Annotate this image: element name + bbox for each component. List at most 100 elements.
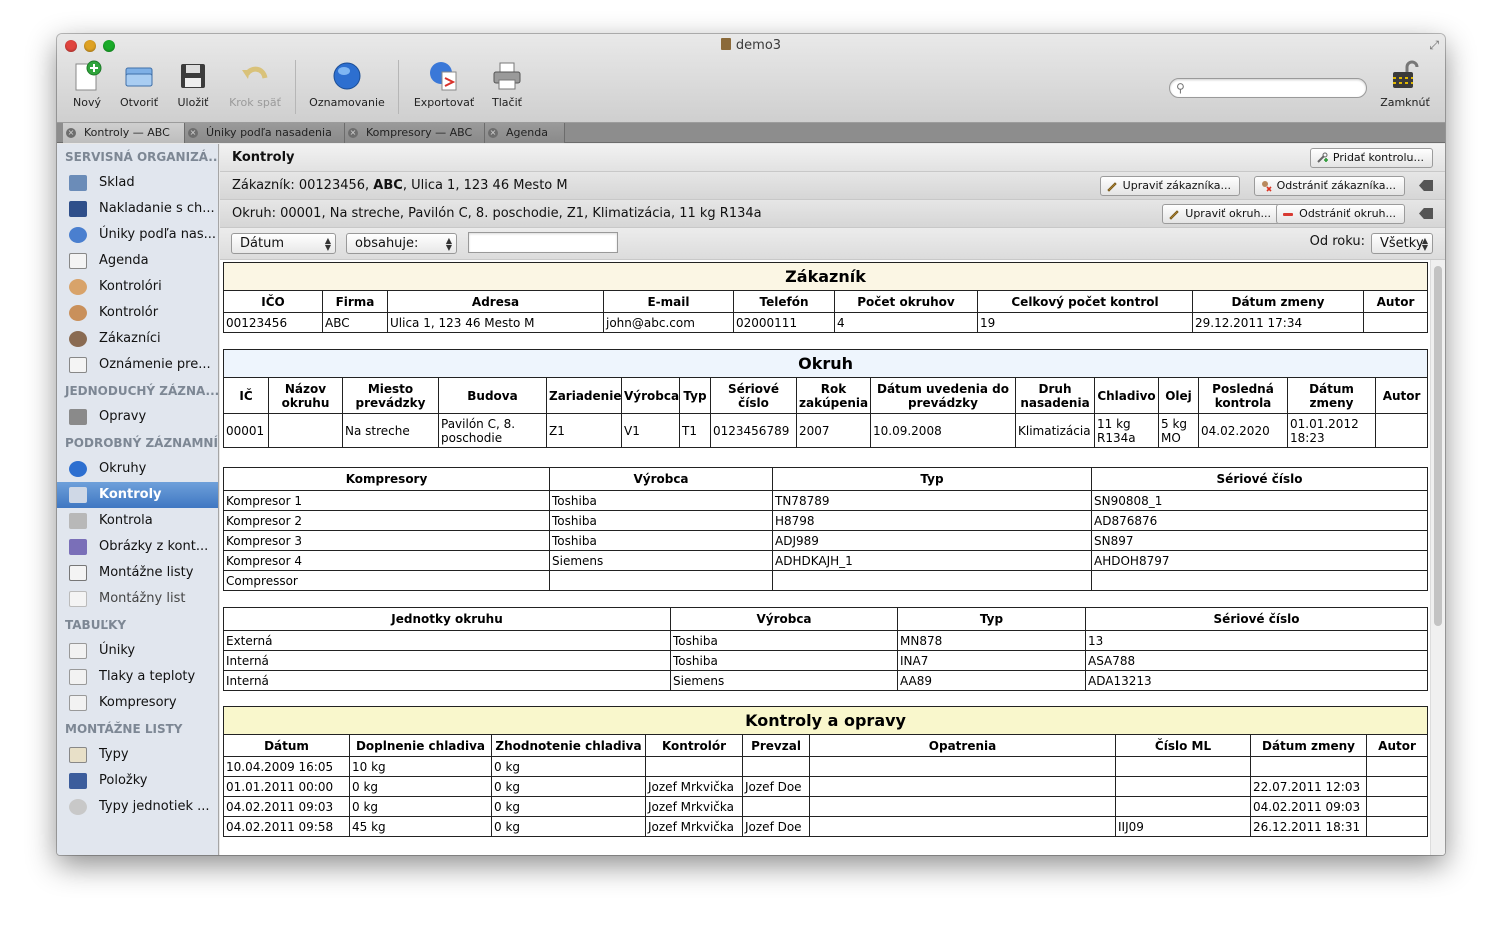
add-inspection-button[interactable]: Pridať kontrolu... [1309, 148, 1433, 168]
sidebar-item-label: Úniky [99, 643, 136, 658]
tab-label: Úniky podľa nasadenia [206, 126, 332, 139]
filter-value-input[interactable] [468, 232, 618, 253]
table-row[interactable]: 04.02.2011 09:58 45 kg 0 kg Jozef Mrkvička J… [223, 816, 1429, 837]
sidebar-item-label: Typy jednotiek ... [99, 799, 210, 814]
tab-uniky[interactable]: × Úniky podľa nasadenia [185, 123, 345, 143]
filter-operator-select[interactable]: obsahuje: ▲ ▼ [346, 233, 457, 254]
table-row[interactable]: 01.01.2011 00:00 0 kg 0 kg Jozef Mrkvička Jo… [223, 776, 1429, 797]
column-header: Prevzal [742, 734, 810, 757]
tab-kontroly-abc[interactable]: × Kontroly — ABC [63, 123, 185, 143]
scrollbar-thumb[interactable] [1434, 266, 1442, 626]
sidebar-item-label: Kontrolóri [99, 279, 162, 294]
remove-circuit-button[interactable]: Odstrániť okruh... [1276, 204, 1405, 224]
vertical-scrollbar[interactable] [1430, 260, 1445, 855]
sidebar-item-typy[interactable]: Typy [57, 742, 218, 768]
sidebar-item-typy-jednotiek[interactable]: Typy jednotiek ... [57, 794, 218, 820]
remove-customer-button[interactable]: Odstrániť zákazníka... [1253, 176, 1405, 196]
undo-button[interactable]: Krok späť [225, 60, 285, 109]
sidebar-item-kontroly[interactable]: Kontroly [57, 482, 218, 508]
table-cell: Jozef Mrkvička [645, 776, 743, 797]
table-row[interactable]: 10.04.2009 16:05 10 kg 0 kg [223, 756, 1429, 777]
table-cell: 04.02.2020 [1198, 413, 1288, 448]
table-cell: 0 kg [491, 796, 646, 817]
fullscreen-icon[interactable]: ⤢ [1429, 38, 1439, 53]
tab-agenda[interactable]: × Agenda [485, 123, 565, 143]
sidebar-item-label: Kompresory [99, 695, 177, 710]
picture-icon [69, 539, 87, 555]
notify-button[interactable]: Oznamovanie [307, 60, 387, 109]
book-icon [69, 747, 87, 763]
table-cell: 04.02.2011 09:03 [1250, 796, 1367, 817]
column-header: Druh nasadenia [1015, 377, 1095, 414]
sidebar-item-oznamenie[interactable]: Oznámenie pre... [57, 352, 218, 378]
sidebar-item-obrazky[interactable]: Obrázky z kont... [57, 534, 218, 560]
close-tab-icon[interactable]: × [66, 128, 76, 138]
column-header: Sériové číslo [1091, 467, 1428, 491]
save-button[interactable]: Uložiť [172, 60, 214, 109]
app-window: demo3 ⤢ Nový Otvoriť Uložiť Krok späť Oz… [57, 34, 1445, 855]
sidebar-item-okruhy[interactable]: Okruhy [57, 456, 218, 482]
table-cell: ADA13213 [1085, 670, 1428, 691]
search-field[interactable]: ⚲ [1169, 78, 1367, 98]
table-cell: 19 [977, 312, 1193, 333]
table-cell: 2007 [796, 413, 871, 448]
sidebar-item-uniky-nasadenia[interactable]: Úniky podľa nas... [57, 222, 218, 248]
table-cell: Jozef Doe [742, 816, 810, 837]
sidebar-item-polozky[interactable]: Položky [57, 768, 218, 794]
open-button[interactable]: Otvoriť [117, 60, 161, 109]
filter-field-select[interactable]: Dátum ▲ ▼ [231, 233, 336, 254]
sidebar-item-zakaznici[interactable]: Zákazníci [57, 326, 218, 352]
column-header: Autor [1365, 734, 1429, 757]
new-button[interactable]: Nový [67, 60, 107, 109]
table-cell: Toshiba [549, 530, 773, 551]
sidebar-item-montazny-list[interactable]: Montážny list [57, 586, 218, 612]
eject-circuit-icon[interactable] [1419, 208, 1433, 219]
table-row: 00123456 ABC Ulica 1, 123 46 Mesto Mjohn@a… [223, 312, 1429, 333]
table-cell: 0 kg [491, 756, 646, 777]
table-row: Kompresor 3 Toshiba ADJ989 SN897 [223, 530, 1428, 551]
sidebar-item-kontrolori[interactable]: Kontrolóri [57, 274, 218, 300]
table-cell: 04.02.2011 09:58 [223, 816, 350, 837]
year-filter-select[interactable]: Všetky ▲ ▼ [1371, 233, 1433, 254]
table-cell [1091, 570, 1428, 591]
table-cell [1115, 776, 1251, 797]
updown-arrows-icon: ▲ ▼ [445, 236, 452, 252]
close-tab-icon[interactable]: × [488, 128, 498, 138]
eject-customer-icon[interactable] [1419, 180, 1433, 191]
column-header: Budova [438, 377, 547, 414]
close-tab-icon[interactable]: × [348, 128, 358, 138]
sidebar-item-sklad[interactable]: Sklad [57, 170, 218, 196]
column-header: Výrobca [621, 377, 680, 414]
sidebar-item-kontrolor[interactable]: Kontrolór [57, 300, 218, 326]
inspections-table-caption: Kontroly a opravy [222, 706, 1429, 735]
column-header: Miesto prevádzky [342, 377, 439, 414]
wrench-icon [69, 487, 87, 503]
export-button[interactable]: Exportovať [411, 60, 477, 109]
book-icon [69, 201, 87, 217]
table-cell: 0 kg [491, 816, 646, 837]
edit-circuit-button[interactable]: Upraviť okruh... [1162, 204, 1280, 224]
tab-kompresory-abc[interactable]: × Kompresory — ABC [345, 123, 485, 143]
sidebar: SERVISNÁ ORGANIZÁ... Sklad Nakladanie s … [57, 144, 219, 855]
table-cell: Kompresor 1 [223, 490, 550, 511]
sidebar-item-agenda[interactable]: Agenda [57, 248, 218, 274]
edit-customer-button[interactable]: Upraviť zákazníka... [1099, 176, 1240, 196]
sidebar-item-kompresory[interactable]: Kompresory [57, 690, 218, 716]
sidebar-item-montazne-listy[interactable]: Montážne listy [57, 560, 218, 586]
sidebar-item-label: Obrázky z kont... [99, 539, 209, 554]
sidebar-item-kontrola[interactable]: Kontrola [57, 508, 218, 534]
table-row[interactable]: 04.02.2011 09:03 0 kg 0 kg Jozef Mrkvička 04… [223, 796, 1429, 817]
sidebar-item-tlaky[interactable]: Tlaky a teploty [57, 664, 218, 690]
table-row: Kompresor 4 Siemens ADHDKAJH_1 AHDOH8797 [223, 550, 1428, 571]
close-tab-icon[interactable]: × [188, 128, 198, 138]
table-cell: ADJ989 [772, 530, 1092, 551]
sidebar-item-label: Kontrolór [99, 305, 159, 320]
sidebar-item-opravy[interactable]: Opravy [57, 404, 218, 430]
column-header: Sériové číslo [710, 377, 797, 414]
column-header: Chladivo [1094, 377, 1159, 414]
sidebar-item-nakladanie[interactable]: Nakladanie s ch... [57, 196, 218, 222]
sidebar-item-label: Oznámenie pre... [99, 357, 211, 372]
lock-button[interactable]: Zamknúť [1377, 60, 1433, 109]
sidebar-item-uniky[interactable]: Úniky [57, 638, 218, 664]
print-button[interactable]: Tlačiť [485, 60, 529, 109]
